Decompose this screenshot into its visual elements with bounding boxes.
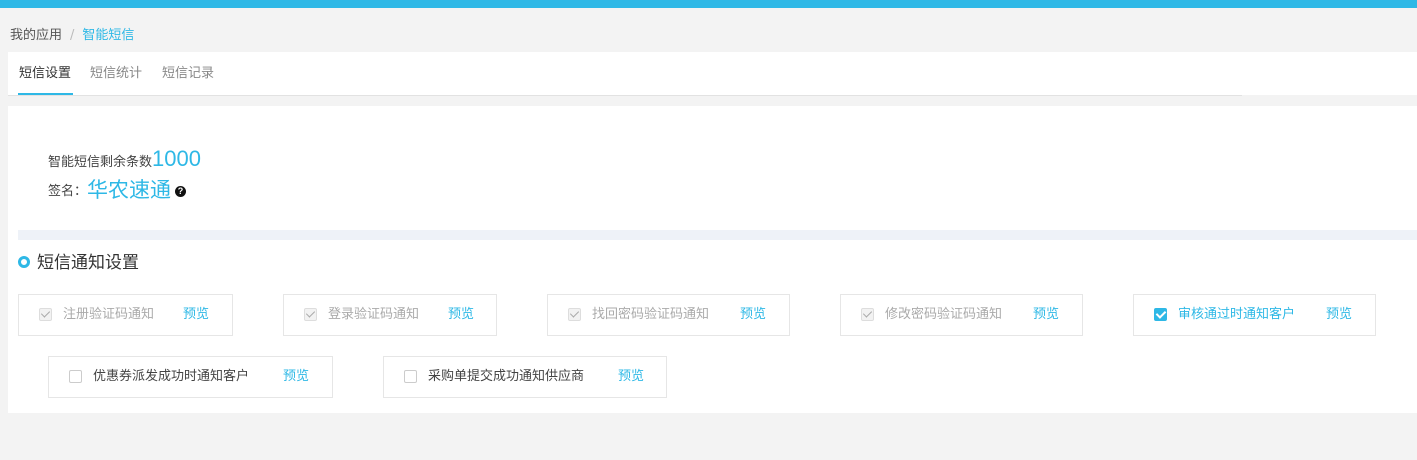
preview-link[interactable]: 预览 — [740, 307, 766, 323]
signature-value: 华农速通 — [87, 178, 172, 202]
option-recover-password-code: 找回密码验证码通知 预览 — [547, 294, 790, 336]
tab-sms-settings[interactable]: 短信设置 — [17, 66, 74, 95]
signature-label: 签名： — [48, 184, 88, 199]
breadcrumb: 我的应用 / 智能短信 — [10, 28, 134, 44]
section-title-text: 短信通知设置 — [37, 253, 139, 273]
option-register-code: 注册验证码通知 预览 — [18, 294, 233, 336]
preview-link[interactable]: 预览 — [1033, 307, 1059, 323]
option-approval-notify-customer[interactable]: 审核通过时通知客户 预览 — [1133, 294, 1376, 336]
section-title: 短信通知设置 — [18, 252, 139, 274]
option-checkbox[interactable] — [404, 370, 417, 383]
circle-bullet-icon — [18, 256, 30, 268]
option-checkbox — [39, 308, 52, 321]
sms-quota: 智能短信剩余条数1000 — [48, 146, 201, 172]
option-label: 找回密码验证码通知 — [592, 307, 710, 322]
settings-panel: 智能短信剩余条数1000 签名：华农速通? 短信通知设置 注册验证码通知 预览 … — [8, 106, 1417, 413]
signature: 签名：华农速通? — [48, 174, 187, 204]
tab-bar-underline — [8, 95, 1242, 96]
preview-link[interactable]: 预览 — [283, 369, 309, 385]
breadcrumb-root[interactable]: 我的应用 — [10, 28, 62, 43]
option-checkbox — [861, 308, 874, 321]
preview-link[interactable]: 预览 — [618, 369, 644, 385]
option-checkbox[interactable] — [1154, 308, 1167, 321]
tab-sms-records[interactable]: 短信记录 — [162, 66, 214, 82]
option-label: 审核通过时通知客户 — [1178, 307, 1296, 322]
option-checkbox — [304, 308, 317, 321]
option-label: 采购单提交成功通知供应商 — [428, 369, 585, 384]
breadcrumb-separator: / — [70, 28, 75, 43]
question-circle-icon[interactable]: ? — [175, 186, 187, 197]
sms-quota-value: 1000 — [152, 146, 201, 171]
tab-sms-statistics[interactable]: 短信统计 — [90, 66, 142, 82]
breadcrumb-current: 智能短信 — [82, 28, 135, 43]
option-change-password-code: 修改密码验证码通知 预览 — [840, 294, 1083, 336]
preview-link[interactable]: 预览 — [183, 307, 209, 323]
option-login-code: 登录验证码通知 预览 — [283, 294, 497, 336]
option-label: 注册验证码通知 — [63, 307, 155, 322]
option-checkbox[interactable] — [69, 370, 82, 383]
sms-quota-label: 智能短信剩余条数 — [48, 155, 153, 170]
tab-bar: 短信设置 短信统计 短信记录 — [8, 52, 1417, 95]
option-checkbox — [568, 308, 581, 321]
option-coupon-notify-customer[interactable]: 优惠券派发成功时通知客户 预览 — [48, 356, 333, 398]
option-purchase-notify-supplier[interactable]: 采购单提交成功通知供应商 预览 — [383, 356, 667, 398]
top-accent-bar — [0, 0, 1417, 8]
preview-link[interactable]: 预览 — [1326, 307, 1352, 323]
option-label: 优惠券派发成功时通知客户 — [93, 369, 250, 384]
section-divider — [18, 230, 1417, 240]
preview-link[interactable]: 预览 — [448, 307, 474, 323]
option-label: 登录验证码通知 — [328, 307, 420, 322]
option-label: 修改密码验证码通知 — [885, 307, 1003, 322]
